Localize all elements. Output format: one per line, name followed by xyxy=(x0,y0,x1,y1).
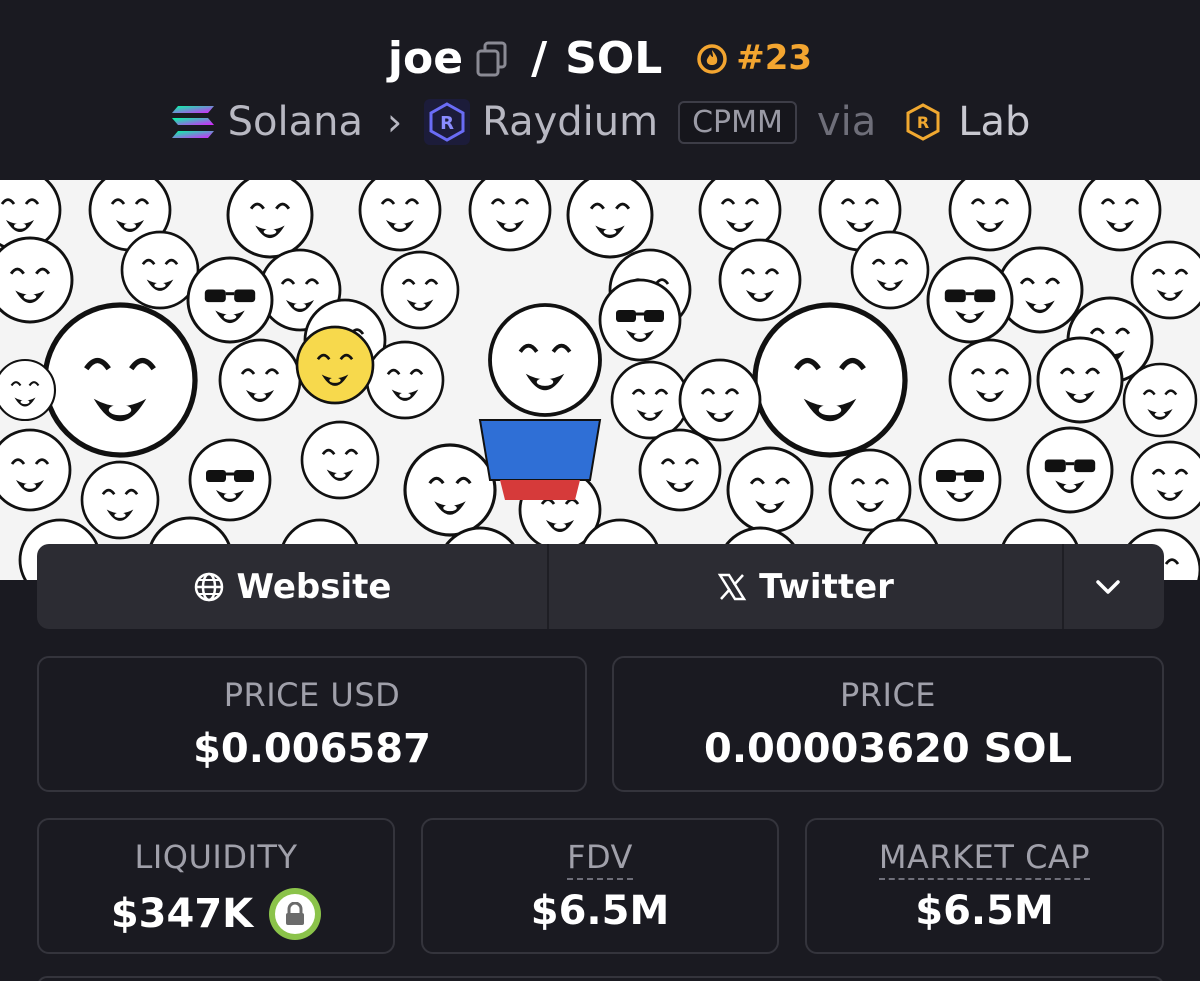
base-token-symbol: joe xyxy=(387,32,464,84)
price-native-label: PRICE xyxy=(839,676,937,714)
pair-header: joe / SOL #23 Solana › R Raydium CPMM vi… xyxy=(0,0,1200,180)
market-cap-value: $6.5M xyxy=(915,888,1054,934)
via-label: via xyxy=(816,99,877,145)
trending-rank: #23 xyxy=(736,38,813,78)
market-cap-label: MARKET CAP xyxy=(878,838,1091,880)
chain-name: Solana xyxy=(227,99,363,145)
liquidity-value: $347K xyxy=(110,891,254,937)
price-usd-label: PRICE USD xyxy=(223,676,401,714)
price-native-card: PRICE 0.00003620 SOL xyxy=(612,656,1164,792)
launchpad-link[interactable]: R Lab xyxy=(900,99,1030,145)
svg-text:R: R xyxy=(440,113,454,134)
fdv-label: FDV xyxy=(567,838,633,880)
price-usd-card: PRICE USD $0.006587 xyxy=(37,656,587,792)
website-button[interactable]: Website xyxy=(37,544,549,629)
pair-title-row: joe / SOL #23 xyxy=(0,28,1200,88)
banner-illustration xyxy=(0,180,1200,580)
pair-title: joe / SOL xyxy=(388,33,662,84)
launchpad-name: Lab xyxy=(958,99,1031,145)
pair-separator: / xyxy=(531,32,548,84)
fdv-value: $6.5M xyxy=(530,888,670,934)
flame-icon xyxy=(697,44,728,74)
price-usd-value: $0.006587 xyxy=(193,726,431,772)
social-links-bar: Website Twitter xyxy=(37,544,1164,629)
solana-logo-icon xyxy=(170,99,216,145)
more-links-button[interactable] xyxy=(1064,544,1164,629)
globe-icon xyxy=(194,572,223,601)
svg-text:R: R xyxy=(917,113,929,132)
next-card-edge xyxy=(37,976,1164,981)
liquidity-label: LIQUIDITY xyxy=(134,838,298,876)
chain-link[interactable]: Solana xyxy=(170,99,363,145)
website-label: Website xyxy=(236,566,392,607)
price-native-value: 0.00003620 SOL xyxy=(704,726,1072,772)
twitter-button[interactable]: Twitter xyxy=(549,544,1064,629)
x-logo-icon xyxy=(717,573,747,600)
quote-token-symbol: SOL xyxy=(565,32,663,84)
fdv-card[interactable]: FDV $6.5M xyxy=(421,818,779,954)
market-cap-card[interactable]: MARKET CAP $6.5M xyxy=(805,818,1164,954)
breadcrumb: Solana › R Raydium CPMM via R Lab xyxy=(0,94,1200,150)
twitter-label: Twitter xyxy=(759,566,894,607)
copy-icon[interactable] xyxy=(475,39,509,77)
dex-name: Raydium xyxy=(482,99,659,145)
chevron-down-icon xyxy=(1096,579,1120,594)
trending-rank-badge[interactable]: #23 xyxy=(696,38,812,78)
pool-type-badge: CPMM xyxy=(678,100,797,144)
token-banner-image xyxy=(0,180,1200,580)
lab-logo-icon: R xyxy=(900,99,946,145)
liquidity-lock-icon[interactable] xyxy=(269,888,322,940)
liquidity-card: LIQUIDITY $347K xyxy=(37,818,395,954)
raydium-logo-icon: R xyxy=(424,99,471,145)
chevron-right-icon: › xyxy=(386,100,403,144)
dex-link[interactable]: R Raydium xyxy=(424,99,658,145)
